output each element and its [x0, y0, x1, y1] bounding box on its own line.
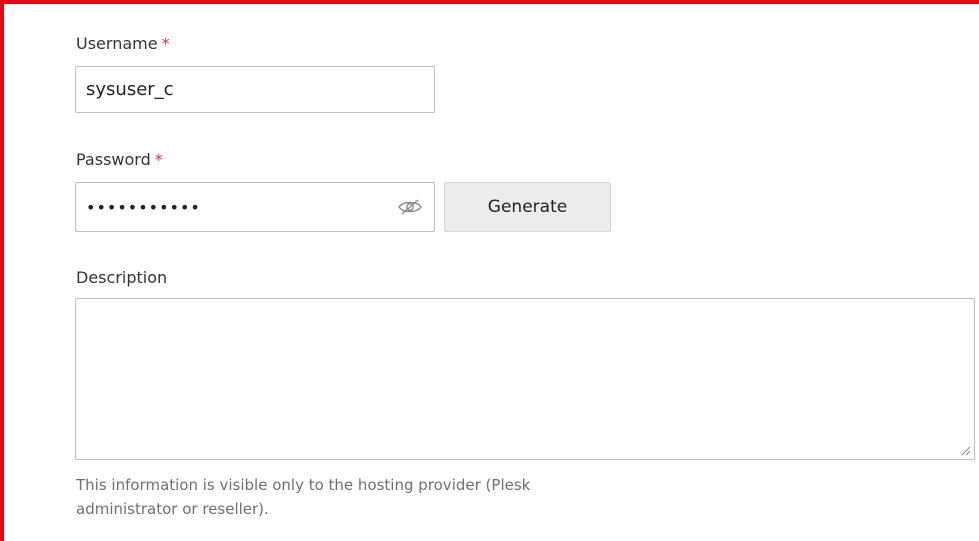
password-input[interactable]: ••••••••••• — [75, 182, 435, 232]
username-label-text: Username — [76, 34, 158, 53]
description-label: Description — [76, 268, 168, 287]
help-line-1: This information is visible only to the … — [76, 476, 531, 494]
description-help-text: This information is visible only to the … — [76, 473, 530, 521]
description-textarea[interactable] — [75, 298, 975, 460]
eye-slash-icon[interactable] — [396, 197, 424, 217]
help-line-2: administrator or reseller). — [76, 500, 269, 518]
username-value: sysuser_c — [86, 79, 174, 100]
username-input[interactable]: sysuser_c — [75, 66, 435, 113]
resize-handle-icon[interactable] — [961, 446, 971, 456]
password-value: ••••••••••• — [86, 197, 201, 217]
password-label-text: Password — [76, 150, 151, 169]
required-marker: * — [154, 150, 163, 169]
generate-button[interactable]: Generate — [444, 182, 611, 232]
password-label: Password * — [76, 150, 163, 170]
required-marker: * — [161, 34, 170, 53]
username-label: Username * — [76, 34, 170, 54]
